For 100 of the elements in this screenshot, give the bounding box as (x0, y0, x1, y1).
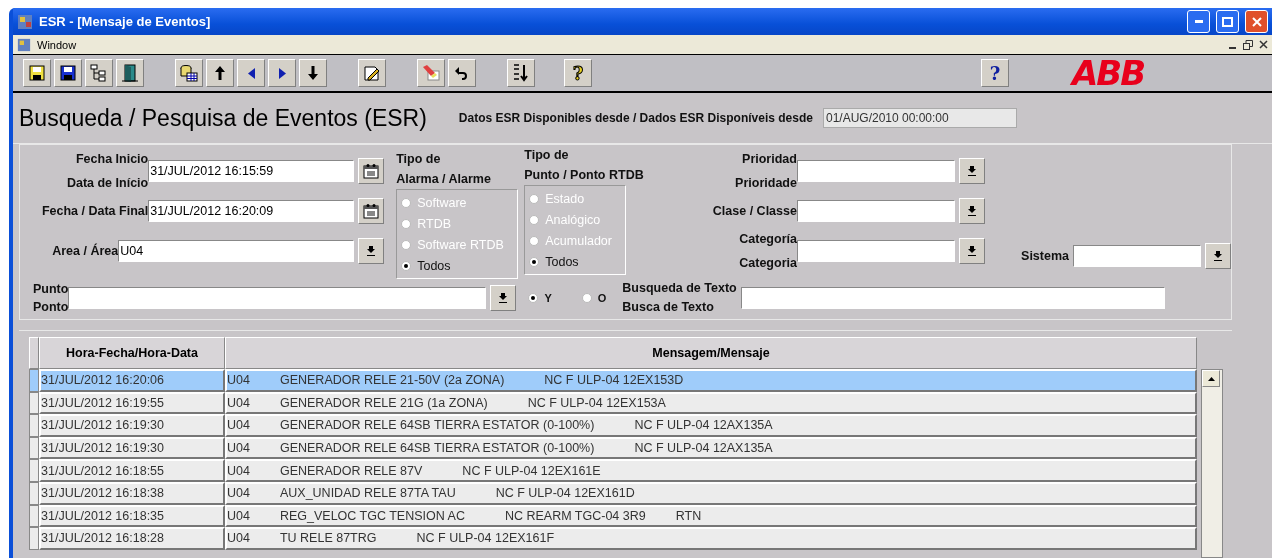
message-text: TU RELE 87TRG (279, 531, 377, 546)
calendar-icon (363, 203, 380, 219)
column-header[interactable]: Mensagem/Mensaje (225, 337, 1197, 369)
radio-option[interactable]: O (581, 287, 607, 309)
sort-button[interactable] (507, 59, 535, 87)
close-icon (1251, 16, 1262, 27)
database-button[interactable] (175, 59, 203, 87)
window-title: ESR - [Mensaje de Eventos] (39, 14, 212, 29)
dropdown-field[interactable]: U04 (118, 240, 355, 262)
dropdown-button[interactable] (490, 285, 517, 311)
message-text: GENERADOR RELE 21G (1a ZONA) (279, 395, 488, 410)
triangle-right-icon (278, 67, 286, 79)
field-label: Busqueda de Texto Busca de Texto (622, 280, 737, 316)
radio-option[interactable]: Y (528, 287, 552, 309)
calendar-icon (363, 163, 380, 179)
radio-option[interactable]: Todos (529, 251, 622, 272)
calendar-button[interactable] (358, 158, 385, 184)
dropdown-button[interactable] (358, 238, 385, 264)
eraser-icon (422, 64, 440, 82)
exit-button[interactable] (116, 59, 144, 87)
dropdown-button[interactable] (1205, 242, 1231, 269)
close-icon[interactable] (1259, 40, 1268, 49)
help-button[interactable]: ? (981, 59, 1009, 87)
undo-button[interactable] (448, 59, 476, 87)
clear-button[interactable] (417, 59, 445, 87)
last-record-button[interactable] (299, 59, 327, 87)
triangle-left-icon (247, 67, 255, 79)
message-text: AUX_UNIDAD RELE 87TA TAU (279, 486, 456, 501)
dropdown-button[interactable] (958, 158, 985, 184)
restore-icon[interactable] (1243, 39, 1253, 50)
table-cell: 31/JUL/2012 16:19:30 (39, 414, 225, 437)
message-text: GENERADOR RELE 87V (279, 463, 423, 478)
dropdown-field[interactable] (796, 160, 955, 182)
date-field: 01/AUG/2010 00:00:00 (822, 108, 1017, 128)
row-selector[interactable] (29, 481, 39, 505)
table-cell: 31/JUL/2012 16:18:35 (39, 504, 225, 528)
dropdown-button[interactable] (958, 238, 985, 264)
unit-text: U04 (227, 508, 250, 523)
calendar-button[interactable] (358, 198, 385, 224)
field-label: Datos ESR Disponibles desde / Dados ESR Disponíveis desde (458, 111, 813, 125)
download-arrow-icon (499, 293, 508, 303)
table-corner (29, 337, 39, 369)
dropdown-button[interactable] (958, 198, 985, 224)
row-selector[interactable] (29, 414, 39, 437)
row-selector[interactable] (29, 504, 39, 528)
status-text: RTN (675, 508, 702, 523)
field-label: Fecha Inicio Data de Início (66, 151, 149, 192)
tree-button[interactable] (85, 59, 113, 87)
minimize-icon (1194, 20, 1203, 23)
dropdown-field[interactable] (796, 200, 955, 222)
door-icon (122, 64, 138, 82)
row-selector[interactable] (29, 391, 39, 415)
row-selector[interactable] (29, 459, 39, 482)
page-title: Busqueda / Pesquisa de Eventos (ESR) (19, 104, 427, 132)
database-table-icon (180, 64, 198, 82)
sort-descending-icon (512, 64, 530, 82)
code-text: NC F ULP-04 12AX135A (634, 418, 773, 433)
field-label: Punto Ponto (33, 281, 69, 316)
message-text: GENERADOR RELE 21-50V (2a ZONA) (279, 373, 505, 388)
dropdown-field[interactable] (1073, 244, 1201, 267)
download-arrow-icon (1214, 250, 1222, 261)
code-text: NC F ULP-04 12EX161F (416, 531, 555, 546)
code-text: NC F ULP-04 12EX161E (462, 463, 601, 478)
download-arrow-icon (367, 246, 376, 256)
table-cell: 31/JUL/2012 16:18:38 (39, 481, 225, 505)
minimize-button[interactable] (1187, 10, 1210, 33)
app-icon (17, 13, 33, 30)
maximize-button[interactable] (1216, 10, 1239, 33)
close-button[interactable] (1245, 10, 1268, 33)
field-label: Sistema (1021, 247, 1069, 265)
save-button[interactable] (54, 59, 82, 87)
group-label: Tipo de Alarma / Alarme (396, 151, 492, 188)
logo: ABB (1072, 56, 1145, 90)
scroll-up-button[interactable] (1202, 370, 1220, 387)
note-pencil-icon (363, 64, 381, 82)
dropdown-field[interactable] (68, 287, 487, 309)
next-button[interactable] (268, 59, 296, 87)
scrollbar[interactable] (1201, 369, 1223, 558)
download-arrow-icon (967, 206, 976, 216)
previous-button[interactable] (237, 59, 265, 87)
maximize-icon (1222, 16, 1233, 27)
table-cell: 31/JUL/2012 16:18:28 (39, 527, 225, 550)
edit-button[interactable] (358, 59, 386, 87)
column-header[interactable]: Hora-Fecha/Hora-Data (39, 337, 225, 369)
unit-text: U04 (227, 531, 250, 546)
date-field[interactable]: 31/JUL/2012 16:20:09 (148, 200, 355, 222)
unit-text: U04 (227, 486, 250, 501)
row-selector[interactable] (29, 527, 39, 550)
first-record-button[interactable] (206, 59, 234, 87)
text-search-field[interactable] (740, 287, 1165, 309)
date-field[interactable]: 31/JUL/2012 16:15:59 (148, 160, 355, 182)
row-selector[interactable] (29, 436, 39, 460)
save-button[interactable] (23, 59, 51, 87)
dropdown-field[interactable] (796, 240, 955, 262)
triangle-up-icon (1207, 376, 1215, 381)
table-cell: 31/JUL/2012 16:19:55 (39, 391, 225, 415)
code-text: NC REARM TGC-04 3R9 (504, 508, 646, 523)
download-arrow-icon (967, 166, 976, 176)
radio-option[interactable]: Todos (401, 255, 514, 276)
field-label: Clase / Classe (712, 203, 797, 220)
